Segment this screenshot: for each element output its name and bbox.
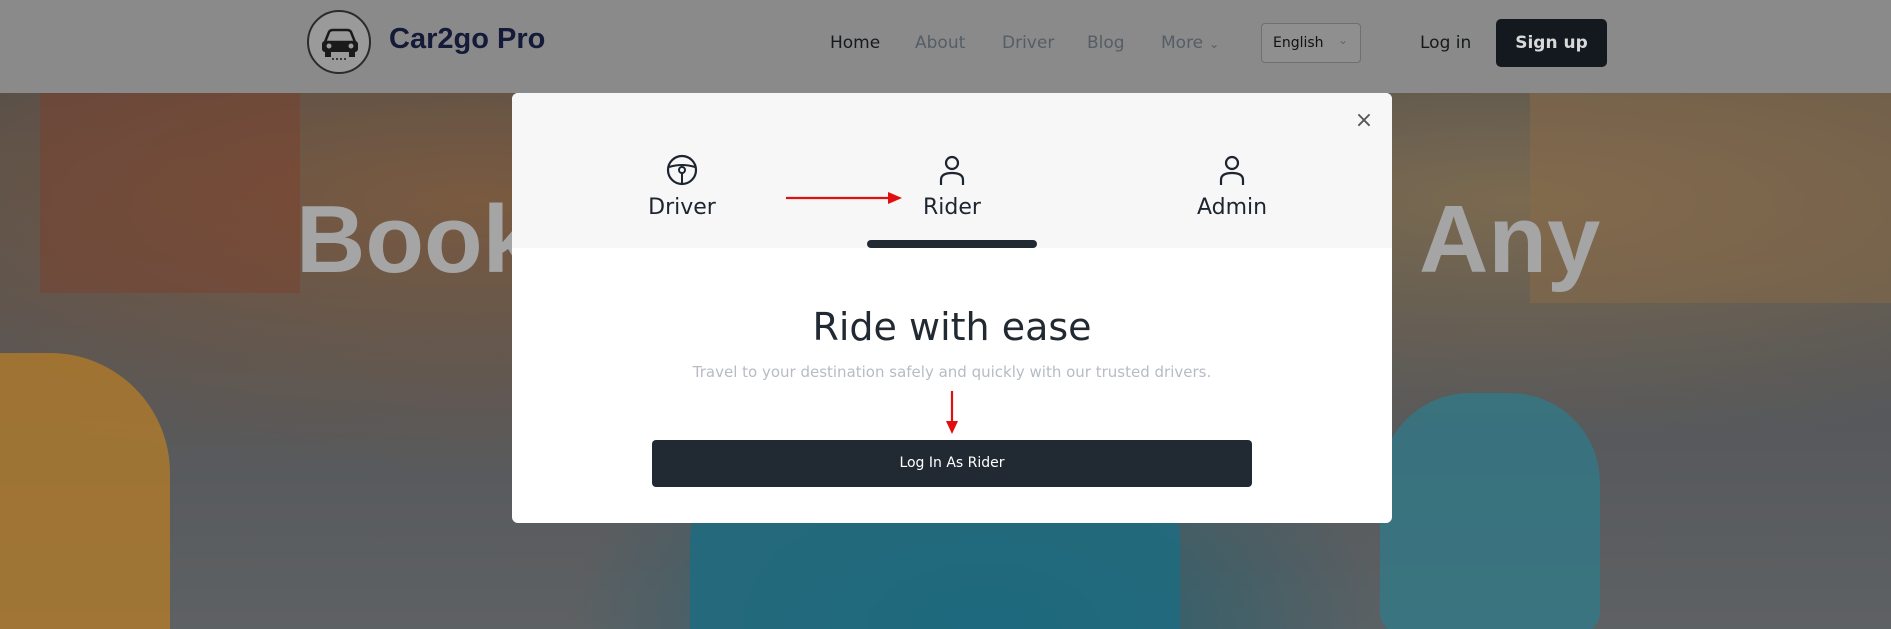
taxi-car-shape xyxy=(0,353,170,629)
car-logo-icon[interactable] xyxy=(307,10,371,74)
signup-button[interactable]: Sign up xyxy=(1496,19,1607,67)
modal-subtitle: Travel to your destination safely and qu… xyxy=(692,363,1212,381)
nav-about[interactable]: About xyxy=(915,33,965,53)
modal-title: Ride with ease xyxy=(812,305,1092,349)
tab-rider[interactable]: Rider xyxy=(867,153,1037,220)
tab-admin-label: Admin xyxy=(1196,195,1268,220)
annotation-arrow-down-icon xyxy=(946,391,958,434)
active-tab-indicator xyxy=(867,240,1037,248)
language-select[interactable]: English ⌄ xyxy=(1261,23,1361,63)
tab-rider-label: Rider xyxy=(923,195,981,220)
hero-headline-left: Book xyxy=(296,186,536,293)
tab-admin[interactable]: Admin xyxy=(1147,153,1317,220)
brand-name[interactable]: Car2go Pro xyxy=(389,23,545,56)
user-icon xyxy=(939,155,965,185)
language-value: English xyxy=(1273,35,1324,51)
close-icon[interactable]: × xyxy=(1354,110,1374,132)
login-role-modal: × Driver Rider Admin Ride with ease Trav… xyxy=(512,93,1392,523)
chevron-down-icon: ⌄ xyxy=(1209,37,1220,51)
nav-driver[interactable]: Driver xyxy=(1002,33,1054,53)
annotation-arrow-right-icon xyxy=(786,192,902,204)
login-as-rider-button[interactable]: Log In As Rider xyxy=(652,440,1252,487)
tab-driver[interactable]: Driver xyxy=(597,153,767,220)
storefront-shape xyxy=(40,93,300,293)
nav-home[interactable]: Home xyxy=(830,33,880,53)
nav-more-label: More xyxy=(1161,33,1204,53)
nav-blog[interactable]: Blog xyxy=(1087,33,1125,53)
login-link[interactable]: Log in xyxy=(1420,33,1471,53)
chevron-down-icon: ⌄ xyxy=(1337,33,1348,47)
hero-headline-right: Any xyxy=(1419,186,1601,293)
tab-driver-label: Driver xyxy=(648,195,716,220)
user-icon xyxy=(1219,155,1245,185)
nav-more[interactable]: More ⌄ xyxy=(1161,33,1219,53)
scooter-shape xyxy=(1380,393,1600,629)
top-navbar: Car2go Pro Home About Driver Blog More ⌄ … xyxy=(0,0,1891,93)
steering-wheel-icon xyxy=(666,154,698,186)
